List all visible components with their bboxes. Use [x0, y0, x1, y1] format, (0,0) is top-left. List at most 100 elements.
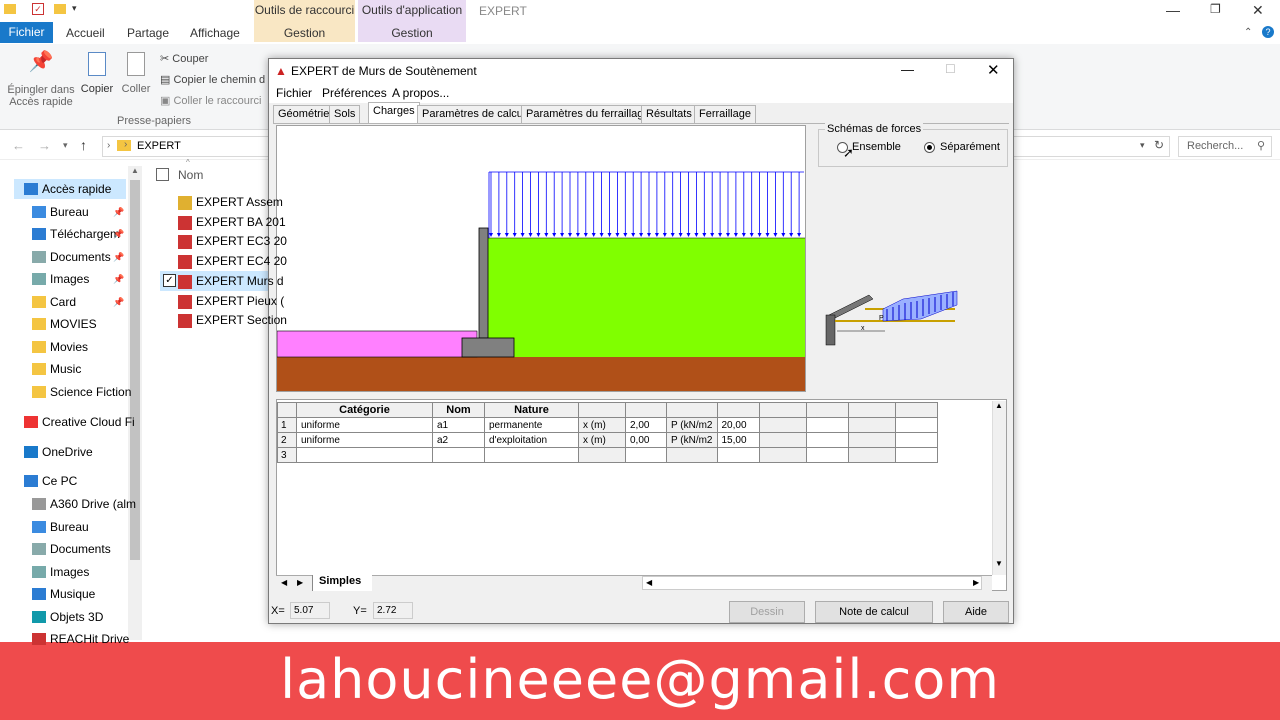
wall-drawing-canvas[interactable]: [276, 125, 806, 392]
copy-button[interactable]: Copier: [78, 52, 116, 95]
table-cell-empty[interactable]: [758, 432, 807, 448]
ctx-tab-shortcut-tools[interactable]: Outils de raccourci Gestion: [254, 0, 355, 42]
up-arrow-icon[interactable]: ↑: [80, 137, 87, 153]
tab-partage[interactable]: Partage: [127, 26, 169, 40]
table-cell-xv[interactable]: 2,00: [625, 417, 667, 433]
restore-icon[interactable]: ❐: [1210, 2, 1221, 16]
nav-item[interactable]: Images: [50, 272, 89, 286]
new-folder-icon[interactable]: [54, 4, 66, 14]
table-cell-empty[interactable]: [847, 432, 896, 448]
maximize-icon[interactable]: ☐: [945, 62, 956, 76]
table-row[interactable]: 2 uniforme a2 d'exploitation x (m) 0,00 P (kN/…: [277, 432, 938, 448]
cut-button[interactable]: ✂ Couper: [160, 52, 208, 65]
ctx-tab-app-tools[interactable]: Outils d'application Gestion: [358, 0, 466, 42]
refresh-icon[interactable]: ↻: [1154, 138, 1164, 152]
table-cell-empty[interactable]: [894, 432, 938, 448]
table-cell-x[interactable]: x (m): [578, 432, 626, 448]
forward-arrow-icon[interactable]: →: [38, 138, 51, 153]
menu-a-propos[interactable]: A propos...: [392, 86, 449, 100]
header-col6[interactable]: [625, 402, 667, 418]
tab-charges[interactable]: Charges: [368, 102, 420, 124]
file-list-item[interactable]: EXPERT EC4 20: [196, 254, 287, 268]
table-cell-nom[interactable]: a1: [432, 417, 485, 433]
calc-note-button[interactable]: Note de calcul: [815, 601, 933, 623]
table-cell-nature[interactable]: permanente: [484, 417, 579, 433]
sheet-next-icon[interactable]: ▶: [297, 578, 303, 587]
tab-parametres-calcul[interactable]: Paramètres de calcul: [417, 105, 531, 123]
table-cell-xv[interactable]: 0,00: [625, 432, 667, 448]
table-cell-empty[interactable]: [758, 417, 807, 433]
nav-item[interactable]: Ce PC: [42, 474, 77, 488]
nav-item[interactable]: Accès rapide: [42, 182, 111, 196]
header-col12[interactable]: [894, 402, 938, 418]
tab-resultats[interactable]: Résultats: [641, 105, 697, 123]
table-row[interactable]: 1 uniforme a1 permanente x (m) 2,00 P (kN/m2 20…: [277, 417, 938, 433]
table-cell-nom[interactable]: [432, 447, 485, 463]
nav-item[interactable]: Objets 3D: [50, 610, 103, 624]
nav-item[interactable]: REACHit Drive: [50, 632, 129, 646]
file-list-item[interactable]: EXPERT Murs d: [196, 274, 284, 288]
scroll-up-icon[interactable]: ▲: [131, 166, 139, 175]
nav-item[interactable]: Bureau: [50, 520, 89, 534]
nav-item[interactable]: Téléchargem: [50, 227, 120, 241]
file-checkbox[interactable]: ✓: [163, 274, 176, 287]
pin-quick-access-button[interactable]: 📌 Épingler dans Accès rapide: [6, 52, 76, 108]
close-icon[interactable]: ✕: [987, 61, 1000, 79]
nav-item[interactable]: Movies: [50, 340, 88, 354]
header-nom[interactable]: Nom: [432, 402, 485, 418]
header-col5[interactable]: [578, 402, 626, 418]
header-col8[interactable]: [716, 402, 760, 418]
header-col10[interactable]: [805, 402, 849, 418]
properties-icon[interactable]: ✓: [32, 3, 44, 15]
file-list-item[interactable]: EXPERT Section: [196, 313, 287, 327]
table-cell-xv[interactable]: [625, 447, 667, 463]
header-categorie[interactable]: Catégorie: [296, 402, 433, 418]
table-cell-empty[interactable]: [758, 447, 807, 463]
tab-ferraillage[interactable]: Ferraillage: [694, 105, 756, 123]
table-cell-x[interactable]: x (m): [578, 417, 626, 433]
table-cell-cat[interactable]: [296, 447, 433, 463]
header-col11[interactable]: [847, 402, 896, 418]
nav-item[interactable]: Musique: [50, 587, 95, 601]
table-cell-cat[interactable]: uniforme: [296, 417, 433, 433]
table-cell-cat[interactable]: uniforme: [296, 432, 433, 448]
file-list-item[interactable]: EXPERT Assem: [196, 195, 283, 209]
tab-sols[interactable]: Sols: [329, 105, 361, 123]
row-number[interactable]: 3: [277, 447, 297, 463]
close-icon[interactable]: ✕: [1252, 2, 1264, 19]
nav-item[interactable]: Bureau: [50, 205, 89, 219]
nav-item[interactable]: Card: [50, 295, 76, 309]
tab-accueil[interactable]: Accueil: [66, 26, 105, 40]
scroll-left-icon[interactable]: ◀: [646, 578, 652, 587]
help-icon[interactable]: ?: [1262, 26, 1274, 38]
help-button[interactable]: Aide: [943, 601, 1009, 623]
table-row[interactable]: 3: [277, 447, 938, 463]
header-col9[interactable]: [758, 402, 807, 418]
nav-item[interactable]: Documents: [50, 542, 111, 556]
nav-item[interactable]: Science Fiction: [50, 385, 131, 399]
table-cell-empty[interactable]: [894, 417, 938, 433]
draw-button[interactable]: Dessin: [729, 601, 805, 623]
tab-fichier[interactable]: Fichier: [0, 22, 53, 43]
table-cell-nature[interactable]: [484, 447, 579, 463]
table-cell-empty[interactable]: [805, 432, 849, 448]
table-cell-pv[interactable]: 20,00: [716, 417, 760, 433]
minimize-icon[interactable]: —: [901, 62, 914, 77]
history-dropdown-icon[interactable]: ▾: [63, 140, 68, 151]
ribbon-collapse-icon[interactable]: ⌃: [1244, 27, 1252, 38]
table-cell-p[interactable]: P (kN/m2: [666, 417, 718, 433]
back-arrow-icon[interactable]: ←: [12, 138, 25, 153]
table-cell-p[interactable]: P (kN/m2: [666, 432, 718, 448]
table-cell-pv[interactable]: [716, 447, 760, 463]
tab-parametres-ferraillage[interactable]: Paramètres du ferraillage: [521, 105, 655, 123]
table-cell-empty[interactable]: [847, 447, 896, 463]
table-cell-p[interactable]: [666, 447, 718, 463]
scroll-up-icon[interactable]: ▲: [995, 401, 1003, 410]
search-input[interactable]: Recherch... ⚲: [1178, 136, 1272, 157]
table-cell-empty[interactable]: [805, 447, 849, 463]
table-cell-nom[interactable]: a2: [432, 432, 485, 448]
header-col7[interactable]: [666, 402, 718, 418]
nav-item[interactable]: MOVIES: [50, 317, 97, 331]
nav-item[interactable]: OneDrive: [42, 445, 93, 459]
sheet-tab-simples[interactable]: Simples: [312, 575, 372, 591]
